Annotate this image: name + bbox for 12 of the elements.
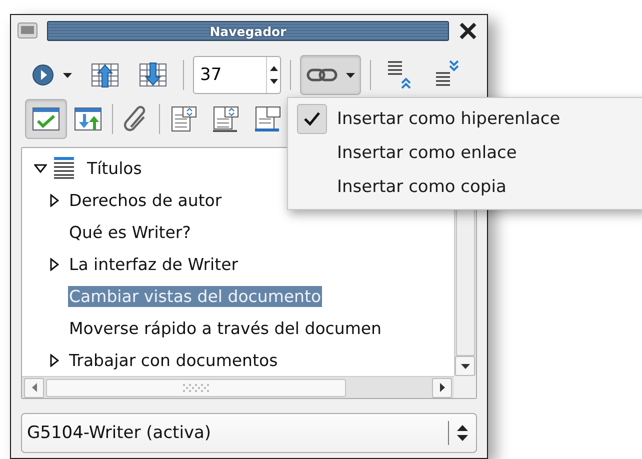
window-title: Navegador xyxy=(210,24,286,38)
tree-item[interactable]: Derechos de autor xyxy=(68,190,223,210)
page-number-field[interactable]: 37 xyxy=(193,56,281,94)
menu-item[interactable]: Insertar como enlace xyxy=(337,143,517,163)
tree-item[interactable]: Moverse rápido a través del documen xyxy=(68,318,383,338)
document-dropdown[interactable]: G5104-Writer (activa) xyxy=(21,413,477,453)
tree-item[interactable]: Títulos xyxy=(86,158,143,178)
tree-item[interactable]: Trabajar con documentos xyxy=(68,350,279,370)
tree-item[interactable]: Qué es Writer? xyxy=(68,222,192,242)
menu-item[interactable]: Insertar como hiperenlace xyxy=(337,109,560,129)
tree-item[interactable]: La interfaz de Writer xyxy=(68,254,240,274)
menu-item[interactable]: Insertar como copia xyxy=(337,177,506,197)
